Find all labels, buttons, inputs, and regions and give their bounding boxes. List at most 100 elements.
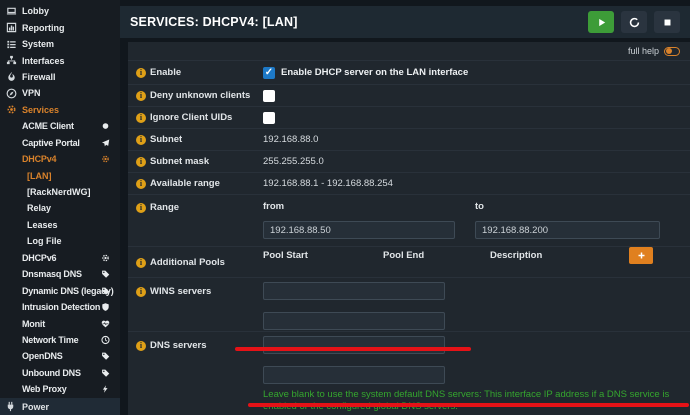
field-control <box>263 111 682 124</box>
sidebar-item-intrusion-detection[interactable]: Intrusion Detection <box>0 299 120 315</box>
sidebar-item-monit[interactable]: Monit <box>0 315 120 331</box>
full-help-control[interactable]: full help <box>128 42 690 60</box>
sidebar-item-firewall[interactable]: Firewall <box>0 69 120 85</box>
form-row-subnet: i Subnet 192.168.88.0 <box>128 128 690 150</box>
red-annotation-line-dns-input <box>235 347 471 351</box>
form-row-deny-unknown-clients: i Deny unknown clients <box>128 84 690 106</box>
lobby-icon <box>5 6 18 17</box>
sidebar-item-captive-portal[interactable]: Captive Portal <box>0 135 120 151</box>
gear-icon <box>101 253 110 262</box>
sidebar-item-reporting[interactable]: Reporting <box>0 19 120 35</box>
sidebar-item-label: Relay <box>27 203 52 214</box>
full-help-toggle-icon[interactable] <box>664 46 680 56</box>
system-icon <box>5 39 18 50</box>
wins-server-input-1[interactable] <box>263 282 445 300</box>
sidebar-item-web-proxy[interactable]: Web Proxy <box>0 381 120 397</box>
field-label-text: Range <box>150 202 180 213</box>
sidebar-item-racknerdwg[interactable]: [RackNerdWG] <box>0 184 120 200</box>
sidebar-item-unbound-dns[interactable]: Unbound DNS <box>0 365 120 381</box>
deny-unknown-clients-checkbox[interactable] <box>263 89 275 102</box>
sidebar-item-label: Leases <box>27 219 58 230</box>
form-row-wins-servers: i WINS servers <box>128 277 690 331</box>
field-label: i Additional Pools <box>136 247 263 268</box>
field-control: 255.255.255.0 <box>263 156 682 167</box>
field-label: i Enable <box>136 67 263 78</box>
field-label-text: Deny unknown clients <box>150 90 251 101</box>
main-area: SERVICES: DHCPV4: [LAN] full help i Enabl… <box>120 0 690 415</box>
sidebar-item-label: DHCPv6 <box>22 252 57 263</box>
field-control: 192.168.88.1 - 192.168.88.254 <box>263 178 682 189</box>
field-label: i Available range <box>136 178 263 189</box>
sidebar-item-label: Captive Portal <box>22 137 80 148</box>
sidebar-item-network-time[interactable]: Network Time <box>0 332 120 348</box>
add-pool-button[interactable] <box>629 247 653 264</box>
sidebar-item-label: ACME Client <box>22 121 74 132</box>
range-to-input[interactable] <box>475 221 660 239</box>
circle-icon <box>101 122 110 131</box>
sidebar-item-log-file[interactable]: Log File <box>0 233 120 249</box>
sidebar-item-leases[interactable]: Leases <box>0 217 120 233</box>
dns-server-input-1[interactable] <box>263 336 445 354</box>
sidebar-item-interfaces[interactable]: Interfaces <box>0 52 120 68</box>
field-label: i Range <box>136 195 263 213</box>
info-icon[interactable]: i <box>136 178 146 189</box>
tag-icon <box>101 352 110 361</box>
range-from-input[interactable] <box>263 221 455 239</box>
sidebar-item-label: Monit <box>22 318 45 329</box>
plus-icon <box>637 251 646 260</box>
enable-checkbox[interactable]: ✓ <box>263 66 275 79</box>
stop-button[interactable] <box>654 11 680 33</box>
sidebar-item-dhcpv4[interactable]: DHCPv4 <box>0 151 120 167</box>
sidebar-item-label: Log File <box>27 236 62 247</box>
field-control <box>263 89 682 102</box>
info-icon[interactable]: i <box>136 156 146 167</box>
full-help-label: full help <box>627 46 659 56</box>
page-title: SERVICES: DHCPV4: [LAN] <box>130 15 298 29</box>
sidebar-item-dhcpv6[interactable]: DHCPv6 <box>0 250 120 266</box>
sidebar-item-label: Power <box>22 401 50 412</box>
checkbox-label: Enable DHCP server on the LAN interface <box>281 67 469 78</box>
sidebar-item-vpn[interactable]: VPN <box>0 85 120 101</box>
field-label: i WINS servers <box>136 278 263 297</box>
sidebar-item-label: Intrusion Detection <box>22 302 101 313</box>
plug-icon <box>5 401 17 412</box>
firewall-icon <box>5 71 18 82</box>
wins-server-input-2[interactable] <box>263 312 445 330</box>
form-row-dns-servers: i DNS servers Leave blank to use the syste… <box>128 331 690 414</box>
field-control: ✓ Enable DHCP server on the LAN interface <box>263 66 682 79</box>
dns-server-input-2[interactable] <box>263 366 445 384</box>
form-row-additional-pools: i Additional Pools Pool Start Pool End Descr… <box>128 246 690 277</box>
info-icon[interactable]: i <box>136 112 146 123</box>
tag-icon <box>101 286 110 295</box>
info-icon[interactable]: i <box>136 90 146 101</box>
sidebar-item-relay[interactable]: Relay <box>0 200 120 216</box>
sidebar-item-dynamic-dns-legacy[interactable]: Dynamic DNS (legacy) <box>0 282 120 298</box>
bolt-icon <box>101 385 110 394</box>
info-icon[interactable]: i <box>136 340 146 351</box>
sidebar-item-acme-client[interactable]: ACME Client <box>0 118 120 134</box>
sidebar-item-services[interactable]: Services <box>0 102 120 118</box>
sidebar-item-lobby[interactable]: Lobby <box>0 3 120 19</box>
sidebar-item-label: Network Time <box>22 334 79 345</box>
info-icon[interactable]: i <box>136 134 146 145</box>
pool-header-description: Description <box>490 250 543 261</box>
info-icon[interactable]: i <box>136 202 146 213</box>
sidebar-item-opendns[interactable]: OpenDNS <box>0 348 120 364</box>
clock-icon <box>101 335 110 345</box>
info-icon[interactable]: i <box>136 286 146 297</box>
sidebar-item-dnsmasq-dns[interactable]: Dnsmasq DNS <box>0 266 120 282</box>
subnet-value: 192.168.88.0 <box>263 134 319 145</box>
info-icon[interactable]: i <box>136 257 146 268</box>
sidebar-item-lan[interactable]: [LAN] <box>0 167 120 183</box>
info-icon[interactable]: i <box>136 67 146 78</box>
reload-button[interactable] <box>621 11 647 33</box>
sidebar-item-power[interactable]: Power <box>0 398 120 415</box>
ignore-client-uids-checkbox[interactable] <box>263 111 275 124</box>
form-row-available-range: i Available range 192.168.88.1 - 192.168.8… <box>128 172 690 194</box>
range-to-header: to <box>475 201 484 212</box>
apply-button[interactable] <box>588 11 614 33</box>
play-icon <box>596 17 607 28</box>
sidebar-item-system[interactable]: System <box>0 36 120 52</box>
pool-header-pool-start: Pool Start <box>263 250 308 261</box>
field-label-text: Available range <box>150 178 220 189</box>
